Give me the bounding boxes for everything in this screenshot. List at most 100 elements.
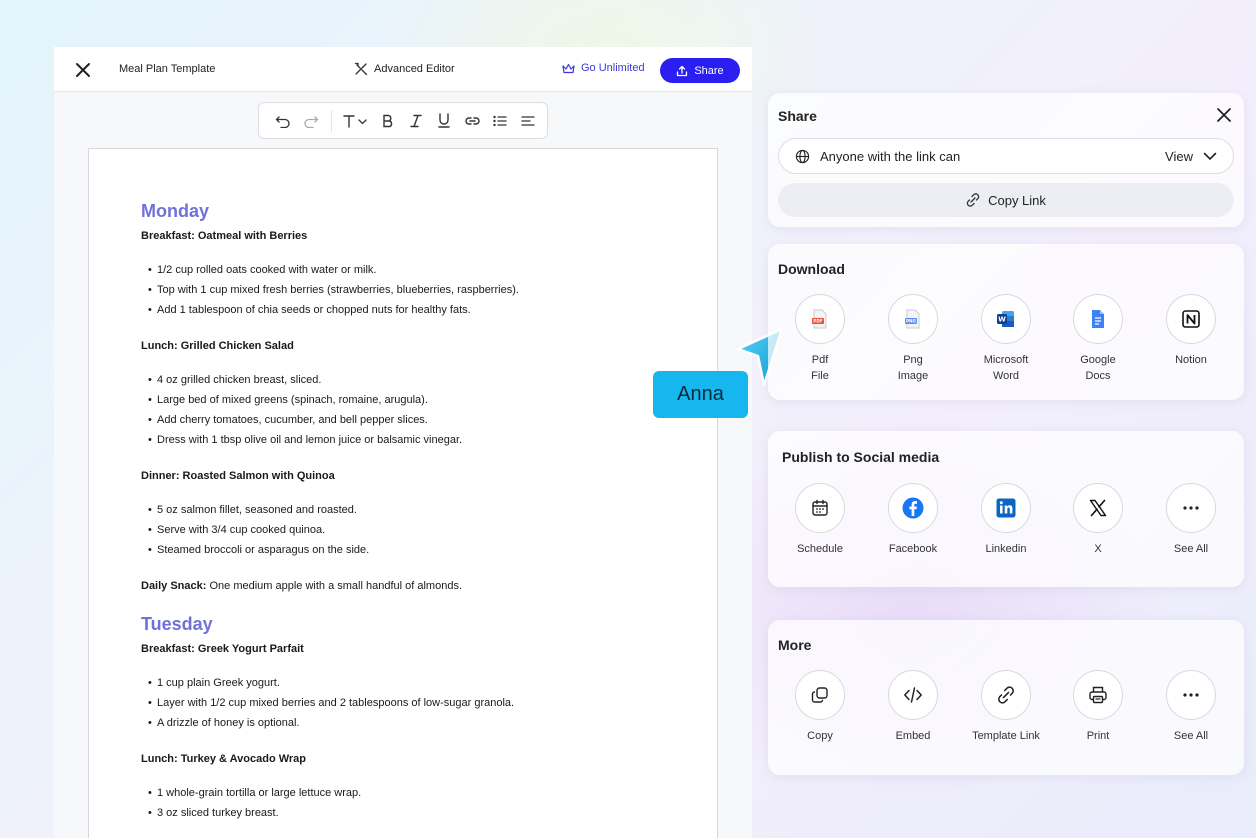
text-style-dropdown[interactable] [338, 107, 374, 135]
meal-heading: Dinner: Roasted Salmon with Quinoa [141, 470, 335, 482]
advanced-editor-label: Advanced Editor [374, 63, 455, 75]
italic-icon [410, 114, 422, 127]
align-button[interactable] [514, 107, 542, 135]
list-item: 1 cup plain Greek yogurt. [141, 673, 701, 693]
embed-icon [888, 670, 938, 720]
option-pdf-file[interactable]: PDF Pdf File [775, 294, 865, 384]
svg-text:W: W [998, 316, 1006, 324]
option-label: Template Link [972, 730, 1040, 742]
option-label: Microsoft Word [983, 354, 1029, 382]
close-icon[interactable] [1216, 107, 1232, 123]
link-access-label: Anyone with the link can [820, 148, 961, 164]
option-embed[interactable]: Embed [868, 670, 958, 744]
list-item: 1 whole-grain tortilla or large lettuce … [141, 783, 701, 803]
option-link[interactable]: Template Link [961, 670, 1051, 744]
option-more[interactable]: See All [1146, 483, 1236, 557]
microsoft-word-icon: W [981, 294, 1031, 344]
bold-button[interactable] [374, 107, 402, 135]
link-icon [464, 116, 480, 125]
print-icon [1073, 670, 1123, 720]
share-button[interactable]: Share [660, 58, 740, 83]
italic-button[interactable] [402, 107, 430, 135]
meal-item-list: 4 oz grilled chicken breast, sliced.Larg… [141, 370, 701, 450]
link-button[interactable] [458, 107, 486, 135]
download-title: Download [778, 261, 845, 277]
copy-link-button[interactable]: Copy Link [778, 183, 1234, 217]
option-label: Facebook [888, 543, 938, 555]
option-calendar[interactable]: Schedule [775, 483, 865, 557]
option-microsoft-word[interactable]: W Microsoft Word [961, 294, 1051, 384]
option-linkedin[interactable]: Linkedin [961, 483, 1051, 557]
option-google-docs[interactable]: Google Docs [1053, 294, 1143, 384]
list-item: 5 oz salmon fillet, seasoned and roasted… [141, 500, 701, 520]
list-item: Steamed broccoli or asparagus on the sid… [141, 540, 701, 560]
bold-icon [383, 114, 393, 127]
link-icon [981, 670, 1031, 720]
option-label: Png Image [897, 354, 929, 382]
go-unlimited-button[interactable]: Go Unlimited [562, 62, 645, 74]
share-panel-title: Share [778, 108, 817, 124]
document-page[interactable]: Monday Breakfast: Oatmeal with Berries 1/2… [88, 148, 718, 838]
document-title: Meal Plan Template [119, 63, 216, 75]
share-button-label: Share [694, 64, 724, 77]
download-options: PDF Pdf File PNG Png Image W Microsoft Word Googl… [768, 294, 1244, 394]
more-options: Copy Embed Template Link Print See All [768, 670, 1244, 770]
advanced-editor-button[interactable]: Advanced Editor [354, 62, 455, 76]
meal-item-list: 5 oz salmon fillet, seasoned and roasted… [141, 500, 701, 560]
toolbar-divider [331, 109, 332, 132]
meal-heading: Lunch: Grilled Chicken Salad [141, 340, 294, 352]
notion-icon [1166, 294, 1216, 344]
link-icon [966, 193, 980, 207]
download-panel: Download PDF Pdf File PNG Png Image W Microsoft… [768, 244, 1244, 400]
option-x[interactable]: X [1053, 483, 1143, 557]
png-image-icon: PNG [888, 294, 938, 344]
meal-item-list: 1 cup plain Greek yogurt.Layer with 1/2 … [141, 673, 701, 733]
close-icon[interactable] [74, 61, 92, 79]
option-png-image[interactable]: PNG Png Image [868, 294, 958, 384]
copy-link-label: Copy Link [988, 192, 1046, 208]
more-icon [1166, 483, 1216, 533]
list-item: Add 1 tablespoon of chia seeds or choppe… [141, 300, 701, 320]
option-label: Schedule [797, 543, 843, 555]
list-item: Large bed of mixed greens (spinach, roma… [141, 390, 701, 410]
link-access-dropdown[interactable]: Anyone with the link can View [778, 138, 1234, 174]
meal-item-list: 1 whole-grain tortilla or large lettuce … [141, 783, 701, 823]
calendar-icon [795, 483, 845, 533]
list-item: 1/2 cup rolled oats cooked with water or… [141, 260, 701, 280]
redo-button[interactable] [297, 107, 325, 135]
option-label: Linkedin [985, 543, 1027, 555]
google-docs-icon [1073, 294, 1123, 344]
option-facebook[interactable]: Facebook [868, 483, 958, 557]
daily-snack-text: One medium apple with a small handful of… [206, 580, 462, 592]
upload-icon [677, 65, 688, 76]
list-item: Add cherry tomatoes, cucumber, and bell … [141, 410, 701, 430]
pdf-file-icon: PDF [795, 294, 845, 344]
option-print[interactable]: Print [1053, 670, 1143, 744]
meal-heading: Lunch: Turkey & Avocado Wrap [141, 753, 307, 765]
document-content[interactable]: Monday Breakfast: Oatmeal with Berries 1/2… [141, 201, 701, 838]
permission-value: View [1165, 148, 1193, 164]
meal-heading: Breakfast: Greek Yogurt Parfait [141, 643, 304, 655]
align-left-icon [521, 115, 535, 126]
text-type-icon [343, 114, 367, 128]
option-label: Copy [807, 730, 833, 742]
meal-item-list: 1/2 cup rolled oats cooked with water or… [141, 260, 701, 320]
undo-button[interactable] [269, 107, 297, 135]
option-label: See All [1173, 543, 1209, 555]
list-item: 3 oz sliced turkey breast. [141, 803, 701, 823]
list-item: Serve with 3/4 cup cooked quinoa. [141, 520, 701, 540]
underline-button[interactable] [430, 107, 458, 135]
editor-topbar: Meal Plan Template Advanced Editor Go Un… [54, 47, 752, 92]
option-label: X [1094, 543, 1102, 555]
social-title: Publish to Social media [782, 449, 940, 465]
list-item: A drizzle of honey is optional. [141, 713, 701, 733]
option-label: Notion [1175, 354, 1207, 366]
option-more[interactable]: See All [1146, 670, 1236, 744]
option-notion[interactable]: Notion [1146, 294, 1236, 368]
editor-window: Meal Plan Template Advanced Editor Go Un… [54, 47, 752, 838]
bullet-list-button[interactable] [486, 107, 514, 135]
option-copy[interactable]: Copy [775, 670, 865, 744]
redo-icon [304, 115, 319, 128]
linkedin-icon [981, 483, 1031, 533]
collaborator-name-tag: Anna [653, 371, 748, 418]
